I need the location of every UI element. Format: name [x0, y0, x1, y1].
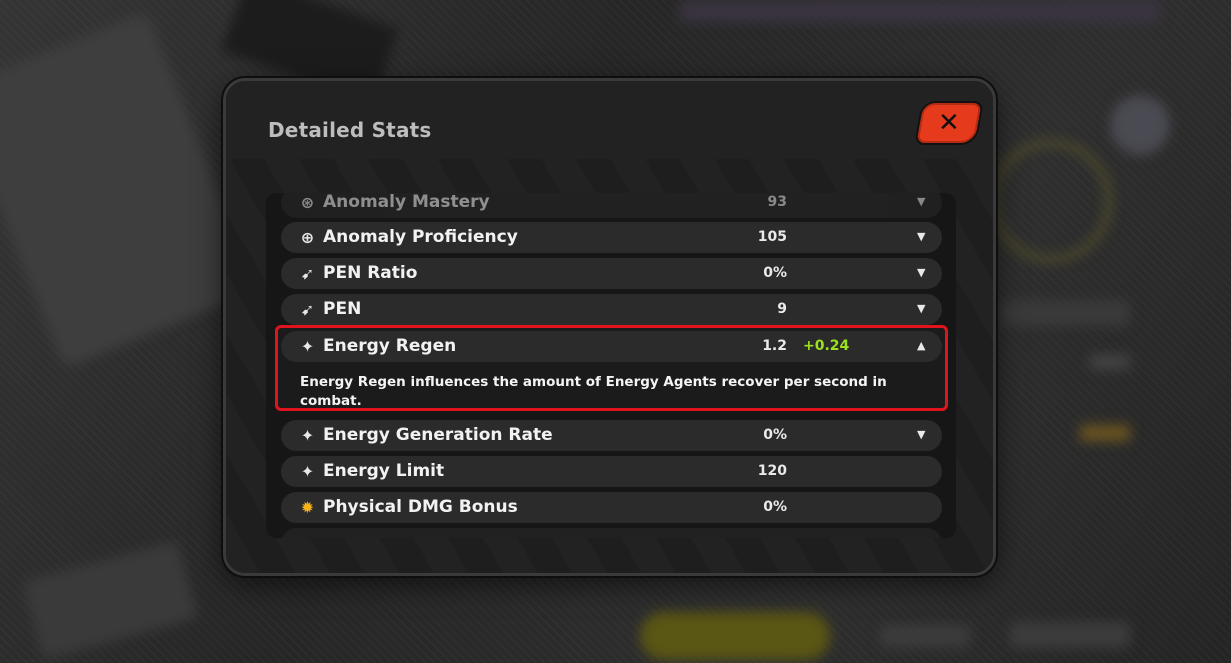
stat-row-energy-limit[interactable]: ✦ Energy Limit 120	[281, 456, 942, 487]
pen-ratio-icon: ➹	[300, 264, 315, 283]
background-stat-value	[1080, 425, 1130, 441]
background-tab	[880, 625, 970, 647]
stat-label: PEN Ratio	[323, 263, 418, 283]
stat-row-physical-dmg-bonus[interactable]: ✹ Physical DMG Bonus 0%	[281, 492, 942, 523]
chevron-down-icon[interactable]: ▼	[917, 428, 925, 441]
close-button[interactable]: ✕	[914, 101, 984, 145]
background-yellow-button	[640, 612, 830, 660]
background-stat-value	[1090, 355, 1130, 369]
stat-row-pen[interactable]: ➹ PEN 9 ▼	[281, 294, 942, 325]
stat-description: Energy Regen influences the amount of En…	[300, 374, 887, 409]
stat-label: Anomaly Mastery	[323, 193, 490, 212]
stat-label: PEN	[323, 299, 362, 319]
dialog-header: Detailed Stats ✕	[226, 81, 993, 159]
background-top-bar	[680, 0, 1160, 22]
anomaly-proficiency-icon: ⊕	[300, 228, 315, 247]
physical-dmg-bonus-icon: ✹	[300, 498, 315, 517]
dialog-body: ⊛ Anomaly Mastery 93 ▼ ⊕ Anomaly Profici…	[226, 159, 993, 573]
stat-value: 0%	[763, 427, 787, 443]
stat-value: 0%	[763, 499, 787, 515]
stat-row-anomaly-proficiency[interactable]: ⊕ Anomaly Proficiency 105 ▼	[281, 222, 942, 253]
stat-value: 9	[777, 301, 787, 317]
expanded-stat-energy-regen: ✦ Energy Regen 1.2 +0.24 ▲ Energy Regen …	[275, 325, 948, 411]
chevron-down-icon[interactable]: ▼	[917, 266, 925, 279]
detailed-stats-dialog: Detailed Stats ✕ ⊛ Anomaly Mastery 93 ▼ …	[223, 78, 996, 576]
close-icon: ✕	[938, 108, 960, 138]
stat-row-energy-generation-rate[interactable]: ✦ Energy Generation Rate 0% ▼	[281, 420, 942, 451]
stat-value: 0%	[763, 265, 787, 281]
chevron-down-icon[interactable]: ▼	[917, 302, 925, 315]
background-emblem	[990, 140, 1112, 262]
stat-label: Physical DMG Bonus	[323, 497, 518, 517]
energy-generation-rate-icon: ✦	[300, 426, 315, 445]
anomaly-mastery-icon: ⊛	[300, 193, 315, 212]
stat-row-partial[interactable]	[281, 528, 942, 538]
stats-list[interactable]: ⊛ Anomaly Mastery 93 ▼ ⊕ Anomaly Profici…	[266, 193, 956, 538]
stat-row-pen-ratio[interactable]: ➹ PEN Ratio 0% ▼	[281, 258, 942, 289]
stat-value: 93	[767, 194, 787, 210]
stat-row-anomaly-mastery[interactable]: ⊛ Anomaly Mastery 93 ▼	[281, 193, 942, 218]
background-tab	[1010, 622, 1130, 648]
stat-label: Energy Generation Rate	[323, 425, 553, 445]
stat-label: Anomaly Proficiency	[323, 227, 518, 247]
stat-value: 1.2	[762, 338, 787, 354]
energy-regen-icon: ✦	[300, 337, 315, 356]
pen-icon: ➹	[300, 300, 315, 319]
stat-row-energy-regen[interactable]: ✦ Energy Regen 1.2 +0.24 ▲	[281, 331, 942, 362]
stat-value: 120	[757, 463, 787, 479]
background-poster	[0, 11, 259, 369]
energy-limit-icon: ✦	[300, 462, 315, 481]
stat-label: Energy Regen	[323, 336, 457, 356]
stat-bonus: +0.24	[803, 338, 850, 354]
chevron-up-icon[interactable]: ▲	[917, 339, 925, 352]
stat-value: 105	[757, 229, 787, 245]
dialog-title: Detailed Stats	[268, 118, 432, 142]
background-stat-row	[1000, 300, 1130, 326]
background-shape	[22, 540, 198, 660]
background-avatar	[1110, 95, 1170, 155]
stat-label: Energy Limit	[323, 461, 445, 481]
chevron-down-icon[interactable]: ▼	[917, 230, 925, 243]
chevron-down-icon[interactable]: ▼	[917, 195, 925, 208]
